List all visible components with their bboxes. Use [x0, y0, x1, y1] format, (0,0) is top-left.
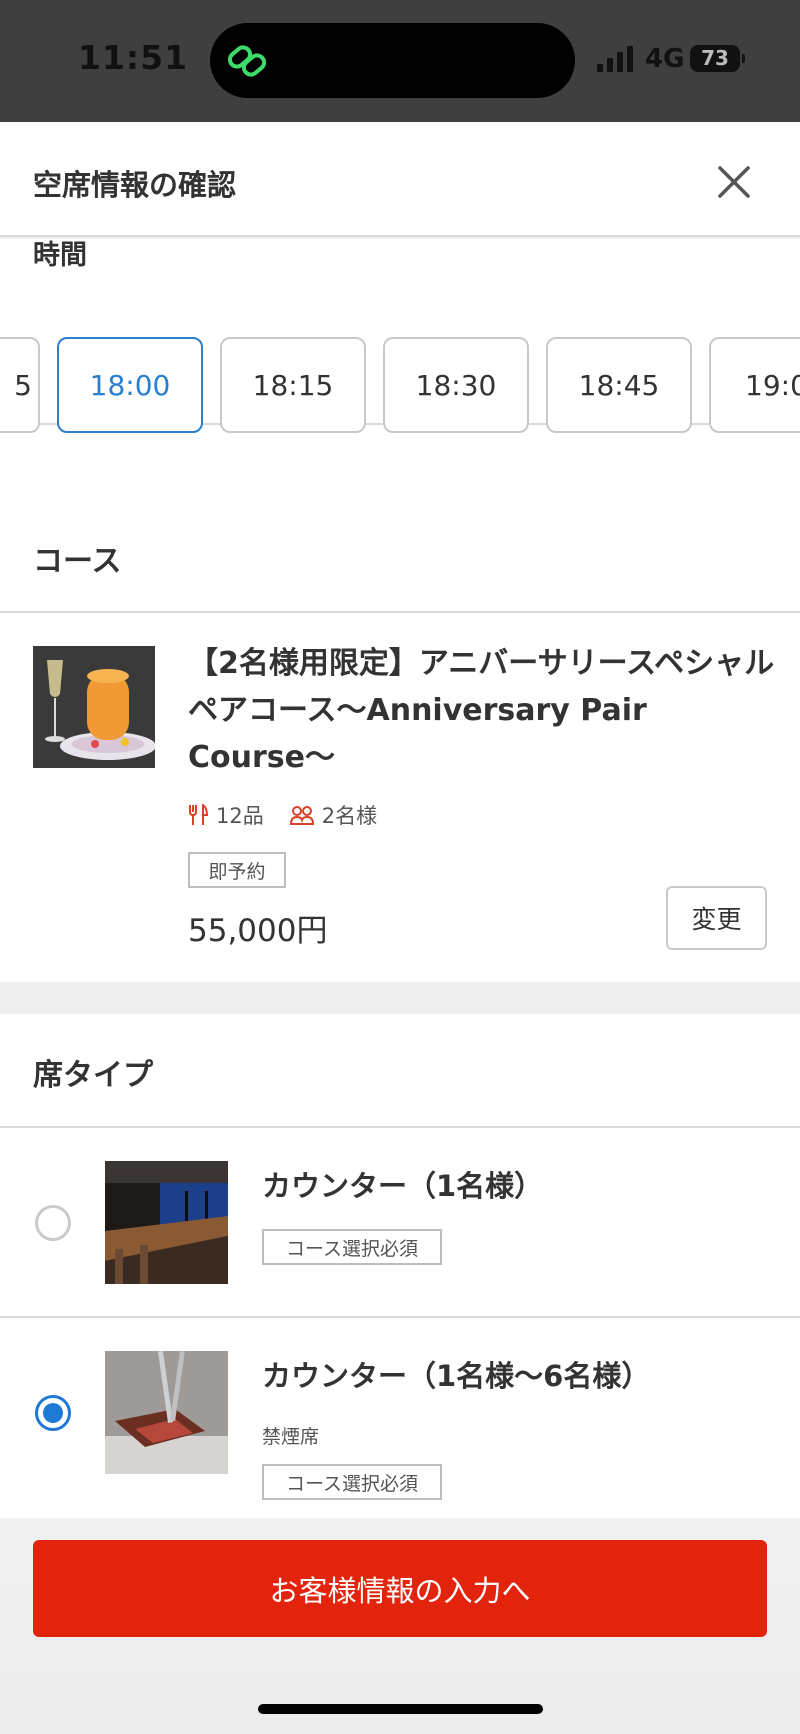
- network-type: 4G: [645, 44, 685, 74]
- status-bar: 11:51 4G 73: [0, 0, 800, 122]
- sheet-header: 空席情報の確認: [0, 122, 800, 237]
- cellular-signal-icon: [597, 46, 633, 72]
- dynamic-island: [210, 23, 575, 98]
- seat-image: [105, 1351, 228, 1474]
- course-name: 【2名様用限定】アニバーサリースペシャルペアコース〜Anniversary Pa…: [188, 646, 775, 775]
- seat-option-selected[interactable]: カウンター（1名様〜6名様） 禁煙席 コース選択必須: [0, 1320, 800, 1508]
- change-course-button[interactable]: 変更: [666, 886, 767, 950]
- time-slot[interactable]: 5: [0, 337, 40, 433]
- home-indicator: [258, 1704, 543, 1714]
- course-required-badge: コース選択必須: [262, 1229, 442, 1265]
- steak-photo: [105, 1351, 228, 1474]
- cutlery-icon: [189, 804, 208, 825]
- people-icon: [289, 806, 314, 825]
- battery-icon: 73: [690, 45, 745, 72]
- time-section-label: 時間: [33, 240, 87, 271]
- seat-image: [105, 1161, 228, 1284]
- seat-radio-selected[interactable]: [35, 1395, 71, 1431]
- course-section: コース 【2名様用限定】アニバーサリースペシャルペアコース〜Anniversar…: [0, 500, 800, 982]
- course-item-count: 12品: [216, 804, 264, 828]
- time-slot[interactable]: 19:0: [709, 337, 800, 433]
- page-title: 空席情報の確認: [33, 168, 237, 202]
- seat-option[interactable]: カウンター（1名様） コース選択必須: [0, 1130, 800, 1318]
- course-meta: 12品 2名様: [188, 800, 377, 830]
- time-slot-selected[interactable]: 18:00: [57, 337, 203, 433]
- counter-photo: [105, 1161, 228, 1284]
- footer: お客様情報の入力へ: [0, 1518, 800, 1734]
- course-section-title: コース: [33, 544, 122, 579]
- instant-booking-badge: 即予約: [188, 852, 286, 888]
- course-required-badge: コース選択必須: [262, 1464, 442, 1500]
- seat-type-title: 席タイプ: [33, 1058, 153, 1093]
- course-photo: [33, 646, 155, 768]
- time-slot[interactable]: 18:45: [546, 337, 692, 433]
- course-price: 55,000円: [188, 913, 328, 949]
- proceed-to-customer-info-button[interactable]: お客様情報の入力へ: [33, 1540, 767, 1637]
- time-slot[interactable]: 18:15: [220, 337, 366, 433]
- course-section-header: コース: [0, 500, 800, 613]
- seat-name: カウンター（1名様〜6名様）: [262, 1359, 651, 1393]
- close-icon[interactable]: [712, 160, 756, 204]
- course-people-count: 2名様: [321, 804, 378, 828]
- non-smoking-label: 禁煙席: [262, 1426, 320, 1448]
- time-slot[interactable]: 18:30: [383, 337, 529, 433]
- course-image: [33, 646, 155, 768]
- seat-radio[interactable]: [35, 1205, 71, 1241]
- status-time: 11:51: [78, 38, 189, 77]
- availability-sheet: 空席情報の確認 時間 5 18:00 18:15 18:30 18:45 19:…: [0, 122, 800, 1734]
- link-app-icon: [227, 45, 267, 77]
- seat-type-header: 席タイプ: [0, 1014, 800, 1128]
- seat-name: カウンター（1名様）: [262, 1169, 544, 1203]
